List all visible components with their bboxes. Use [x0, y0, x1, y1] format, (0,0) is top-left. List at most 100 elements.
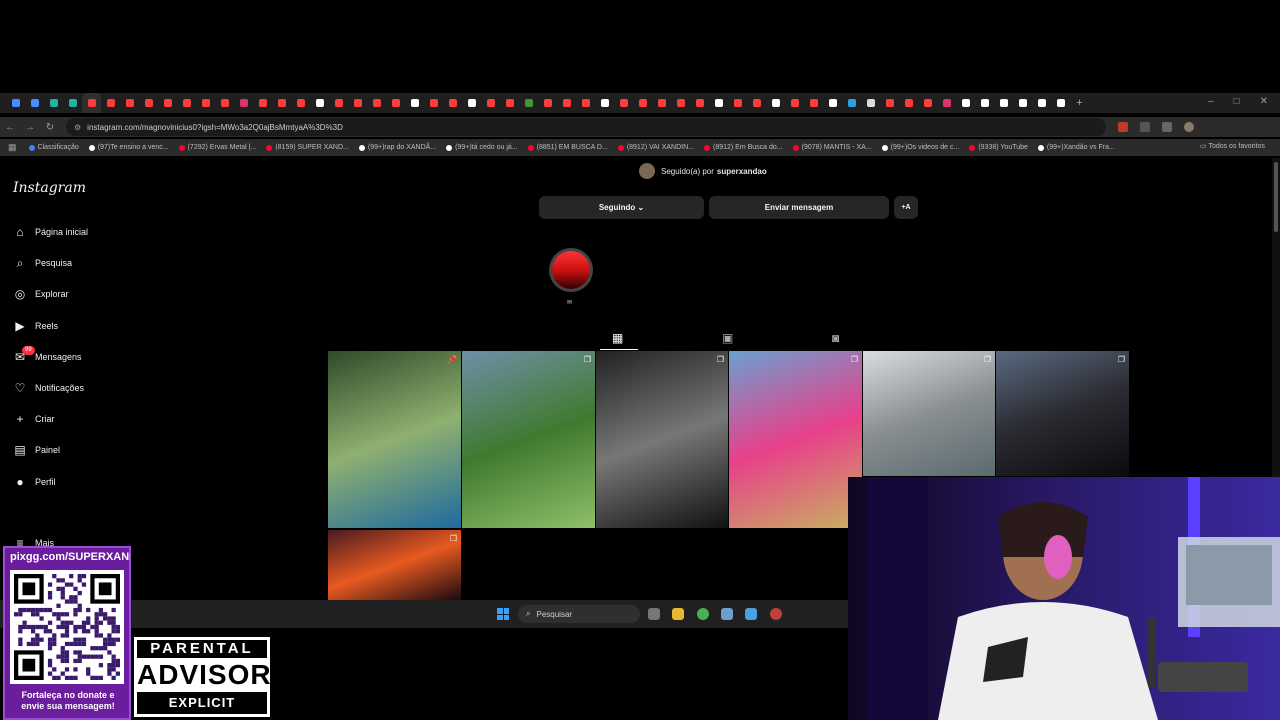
browser-tab[interactable] — [690, 93, 709, 113]
post-night-crowd[interactable]: ❐ — [996, 351, 1129, 476]
nav-item-dashboard[interactable]: ▤ Painel — [13, 443, 60, 457]
windows-start-icon[interactable] — [497, 608, 509, 620]
nav-item-plus[interactable]: + Criar — [13, 412, 54, 426]
nav-item-search[interactable]: ⌕ Pesquisa — [13, 256, 72, 270]
steam-icon[interactable] — [745, 608, 757, 620]
bookmark-item[interactable]: (99+)Xandão vs Fra... — [1037, 144, 1115, 151]
taskbar-search[interactable]: ⌕ Pesquisar — [518, 605, 640, 623]
bookmark-item[interactable]: (8912) VAI XANDIN... — [617, 144, 694, 151]
profile-avatar-icon[interactable] — [1184, 122, 1194, 132]
browser-tab[interactable] — [367, 93, 386, 113]
nav-item-heart[interactable]: ♡ Notificações — [13, 381, 84, 395]
close-window-button[interactable]: ✕ — [1260, 96, 1268, 107]
bookmark-item[interactable]: (8912) Em Busca do... — [703, 144, 783, 151]
browser-tab[interactable] — [234, 93, 253, 113]
bookmark-item[interactable]: (9078) MANTIS - XA... — [792, 144, 872, 151]
browser-tab[interactable] — [405, 93, 424, 113]
bookmark-item[interactable]: (8851) EM BUSCA D... — [527, 144, 608, 151]
browser-tab[interactable] — [633, 93, 652, 113]
browser-tab[interactable] — [424, 93, 443, 113]
browser-tab[interactable] — [348, 93, 367, 113]
browser-tab[interactable] — [766, 93, 785, 113]
browser-tab[interactable] — [747, 93, 766, 113]
browser-tab[interactable] — [63, 93, 82, 113]
nav-item-compass[interactable]: ◎ Explorar — [13, 287, 69, 301]
send-message-button[interactable]: Enviar mensagem — [709, 196, 889, 219]
browser-tab[interactable] — [310, 93, 329, 113]
url-field[interactable]: ⚙ instagram.com/magnovinicius0?igsh=MWo3… — [66, 118, 1106, 136]
bookmark-item[interactable]: (9338) YouTube — [969, 144, 1028, 151]
apps-grid-icon[interactable]: ▦ — [8, 142, 17, 153]
browser-tab[interactable] — [44, 93, 63, 113]
post-runner-pink-shirt[interactable]: ❐ — [729, 351, 862, 528]
forward-icon[interactable]: → — [20, 122, 40, 133]
tagged-icon[interactable]: ◙ — [832, 331, 839, 345]
browser-tab[interactable] — [785, 93, 804, 113]
story-highlight[interactable] — [549, 248, 593, 292]
browser-tab[interactable] — [386, 93, 405, 113]
browser-tab[interactable] — [481, 93, 500, 113]
all-bookmarks[interactable]: ▭ Todos os favoritos — [1200, 142, 1265, 150]
browser-tab[interactable] — [956, 93, 975, 113]
bookmark-item[interactable]: (97)Te ensino a venc... — [88, 144, 169, 151]
reload-icon[interactable]: ↻ — [40, 122, 60, 133]
follower-avatar[interactable] — [639, 163, 655, 179]
follower-username[interactable]: superxandao — [717, 167, 767, 176]
post-soccer-players[interactable]: ❐ — [462, 351, 595, 528]
browser-tab[interactable] — [139, 93, 158, 113]
reels-tab-icon[interactable]: ▣ — [722, 331, 733, 345]
bookmark-item[interactable]: (99+)rap do XANDÃ... — [358, 144, 436, 151]
browser-tab[interactable] — [443, 93, 462, 113]
following-button[interactable]: Seguindo ⌄ — [539, 196, 704, 219]
browser-tab[interactable] — [1032, 93, 1051, 113]
add-person-button[interactable]: +A — [894, 196, 918, 219]
post-sunset-sky[interactable]: ❐ — [328, 530, 461, 600]
browser-tab[interactable] — [82, 93, 101, 113]
bookmark-item[interactable]: Classificação — [28, 144, 79, 151]
browser-tab[interactable] — [500, 93, 519, 113]
browser-tab[interactable] — [25, 93, 44, 113]
post-gym-black-white[interactable]: ❐ — [596, 351, 728, 528]
nav-item-home[interactable]: ⌂ Página inicial — [13, 225, 88, 239]
browser-tab[interactable] — [101, 93, 120, 113]
browser-tab[interactable] — [918, 93, 937, 113]
browser-tab[interactable] — [538, 93, 557, 113]
browser-tab[interactable] — [595, 93, 614, 113]
browser-tab[interactable] — [728, 93, 747, 113]
instagram-logo[interactable]: Instagram — [13, 180, 86, 196]
bookmark-item[interactable]: (8159) SUPER XAND... — [266, 144, 349, 151]
browser-tab[interactable] — [158, 93, 177, 113]
bookmark-item[interactable]: (99+)Os videos de c... — [881, 144, 959, 151]
maximize-button[interactable]: □ — [1234, 96, 1240, 107]
sidepanel-icon[interactable] — [1162, 122, 1172, 132]
app-icon[interactable] — [770, 608, 782, 620]
browser-tab[interactable] — [291, 93, 310, 113]
browser-tab[interactable] — [937, 93, 956, 113]
extension-icon[interactable] — [1118, 122, 1128, 132]
nav-item-profile[interactable]: ● Perfil — [13, 475, 55, 489]
browser-tab[interactable] — [576, 93, 595, 113]
browser-tab[interactable] — [462, 93, 481, 113]
extensions-puzzle-icon[interactable] — [1140, 122, 1150, 132]
nav-item-reels[interactable]: ▶ Reels — [13, 319, 58, 333]
browser-tab[interactable] — [861, 93, 880, 113]
browser-tab[interactable] — [1051, 93, 1070, 113]
minimize-button[interactable]: – — [1208, 96, 1214, 107]
bookmark-item[interactable]: (7292) Ervas Metal |... — [178, 144, 256, 151]
browser-tab[interactable] — [253, 93, 272, 113]
browser-tab[interactable] — [823, 93, 842, 113]
task-view-icon[interactable] — [648, 608, 660, 620]
browser-tab[interactable] — [899, 93, 918, 113]
browser-tab[interactable] — [994, 93, 1013, 113]
chrome-icon[interactable] — [697, 608, 709, 620]
browser-tab[interactable] — [804, 93, 823, 113]
site-info-icon[interactable]: ⚙ — [74, 123, 81, 132]
bookmark-item[interactable]: (99+)tá cedo ou já... — [446, 144, 518, 151]
browser-tab[interactable] — [177, 93, 196, 113]
browser-tab[interactable] — [975, 93, 994, 113]
scrollbar-thumb[interactable] — [1274, 162, 1278, 232]
new-tab-button[interactable]: + — [1070, 93, 1089, 113]
browser-tab[interactable] — [329, 93, 348, 113]
browser-tab[interactable] — [272, 93, 291, 113]
browser-tab[interactable] — [880, 93, 899, 113]
